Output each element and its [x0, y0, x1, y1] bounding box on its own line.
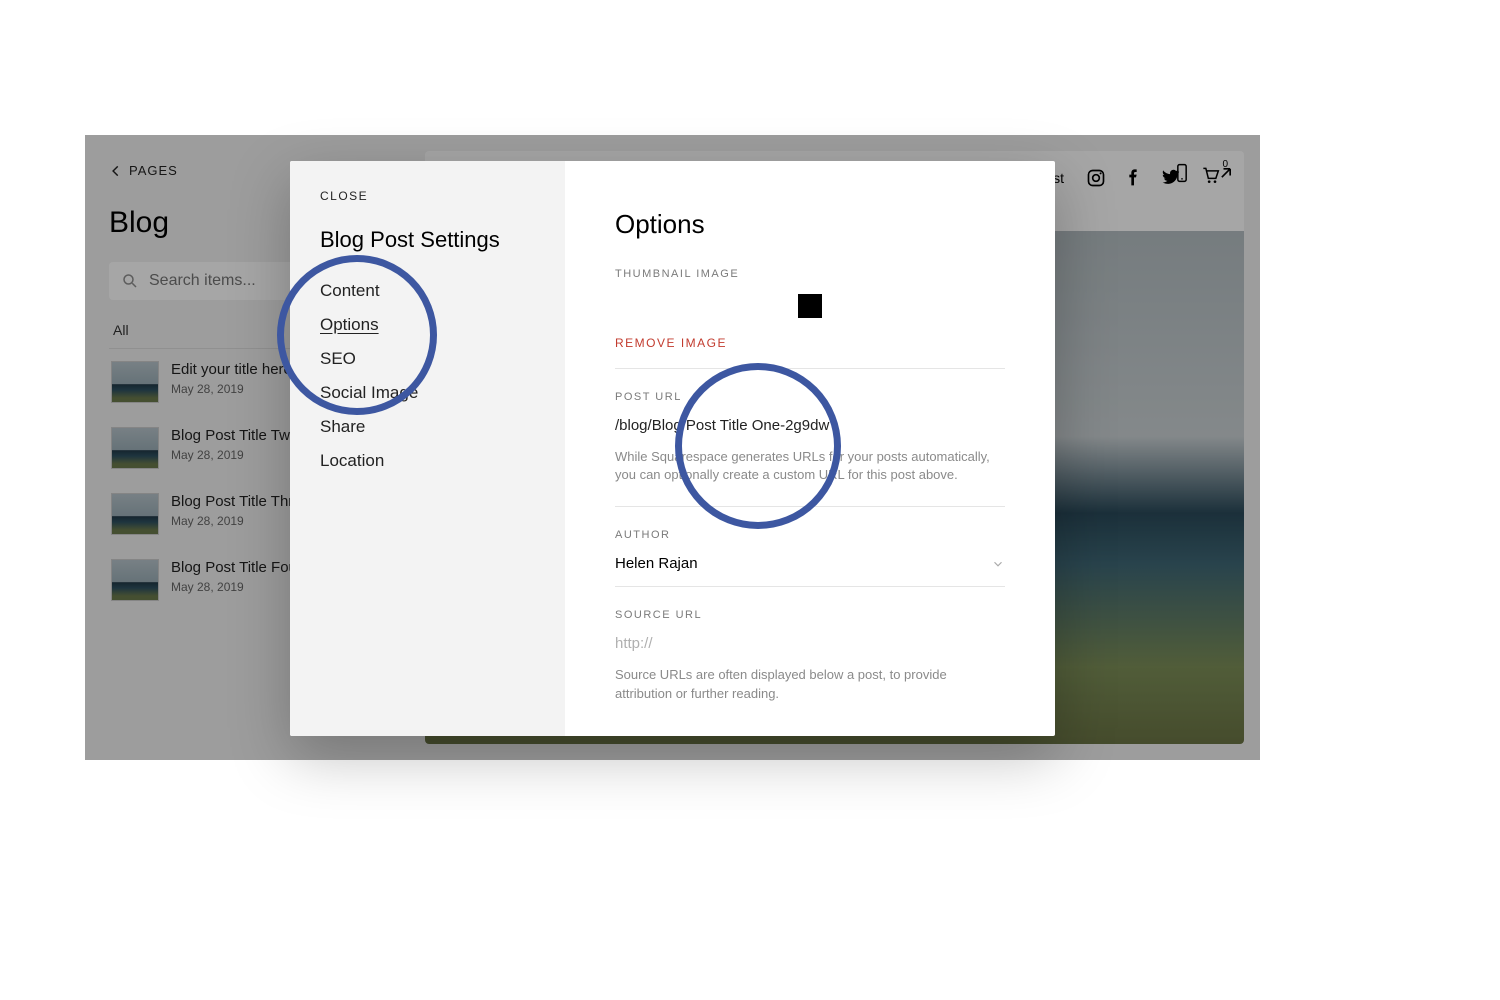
- post-thumbnail: [111, 493, 159, 535]
- chevron-left-icon: [109, 164, 123, 178]
- thumbnail-label: THUMBNAIL IMAGE: [615, 268, 1005, 280]
- post-url-label: POST URL: [615, 391, 1005, 403]
- source-url-input[interactable]: http://: [615, 635, 1005, 652]
- nav-item-options[interactable]: Options: [320, 315, 535, 335]
- blog-post-settings-modal: CLOSE Blog Post Settings Content Options…: [290, 161, 1055, 736]
- post-url-help: While Squarespace generates URLs for you…: [615, 448, 1005, 484]
- nav-item-social-image[interactable]: Social Image: [320, 383, 535, 403]
- instagram-icon[interactable]: [1086, 168, 1106, 188]
- close-button[interactable]: CLOSE: [320, 189, 535, 203]
- author-label: AUTHOR: [615, 529, 1005, 541]
- post-date: May 28, 2019: [171, 382, 292, 396]
- post-thumbnail: [111, 559, 159, 601]
- divider: [615, 586, 1005, 587]
- author-select[interactable]: Helen Rajan: [615, 555, 1005, 572]
- post-title: Blog Post Title Two: [171, 427, 298, 444]
- nav-item-seo[interactable]: SEO: [320, 349, 535, 369]
- post-date: May 28, 2019: [171, 580, 302, 594]
- divider: [615, 368, 1005, 369]
- options-heading: Options: [615, 209, 1005, 240]
- remove-image-button[interactable]: REMOVE IMAGE: [615, 336, 1005, 350]
- nav-item-share[interactable]: Share: [320, 417, 535, 437]
- facebook-icon[interactable]: [1124, 168, 1144, 188]
- divider: [615, 506, 1005, 507]
- post-title: Edit your title here: [171, 361, 292, 378]
- nav-item-location[interactable]: Location: [320, 451, 535, 471]
- search-icon: [121, 272, 139, 290]
- post-thumbnail: [111, 361, 159, 403]
- post-title: Blog Post Title Four: [171, 559, 302, 576]
- nav-item-content[interactable]: Content: [320, 281, 535, 301]
- source-url-help: Source URLs are often displayed below a …: [615, 666, 1005, 702]
- mobile-preview-icon[interactable]: [1172, 163, 1192, 183]
- chevron-down-icon: [991, 557, 1005, 571]
- back-label: PAGES: [129, 163, 178, 178]
- thumbnail-preview[interactable]: [798, 294, 822, 318]
- expand-icon[interactable]: [1216, 163, 1236, 183]
- author-value: Helen Rajan: [615, 555, 698, 572]
- post-url-input[interactable]: /blog/Blog Post Title One-2g9dw: [615, 417, 1005, 434]
- post-date: May 28, 2019: [171, 448, 298, 462]
- post-thumbnail: [111, 427, 159, 469]
- source-url-label: SOURCE URL: [615, 609, 1005, 621]
- modal-title: Blog Post Settings: [320, 227, 535, 253]
